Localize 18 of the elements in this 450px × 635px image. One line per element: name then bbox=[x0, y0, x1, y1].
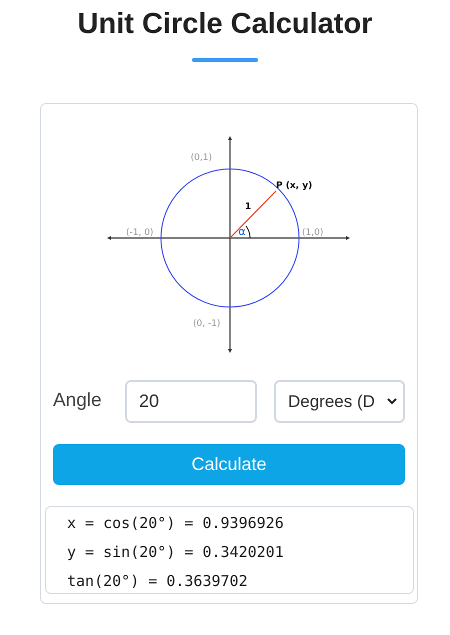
angle-arc bbox=[246, 226, 250, 238]
angle-label: Angle bbox=[53, 389, 103, 414]
angle-symbol: α bbox=[238, 225, 246, 238]
radius-line bbox=[230, 190, 276, 238]
result-line: x = cos(20°) = 0.9396926 bbox=[67, 513, 285, 534]
coordinate-label: (0, -1) bbox=[193, 319, 220, 329]
coordinate-label: (-1, 0) bbox=[126, 228, 154, 238]
radius-label: 1 bbox=[244, 202, 252, 212]
result-line: tan(20°) = 0.3639702 bbox=[67, 571, 249, 592]
coordinate-label: (1,0) bbox=[302, 228, 324, 238]
page-title: Unit Circle Calculator bbox=[78, 7, 372, 42]
point-label: P (x, y) bbox=[276, 181, 312, 191]
angle-input[interactable]: 20 bbox=[125, 380, 257, 423]
unit-select[interactable]: Degrees (D bbox=[274, 380, 405, 423]
chevron-down-icon bbox=[387, 398, 397, 405]
title-underline bbox=[192, 58, 258, 62]
result-line: y = sin(20°) = 0.3420201 bbox=[67, 542, 285, 563]
coordinate-label: (0,1) bbox=[190, 153, 212, 163]
